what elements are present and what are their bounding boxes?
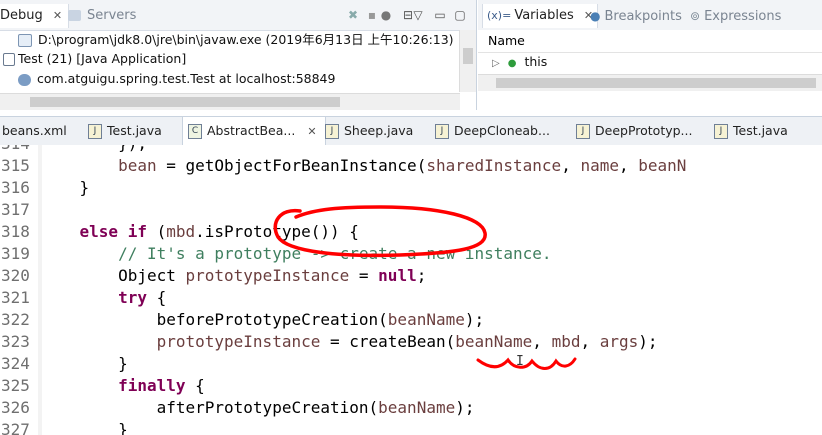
scroll-thumb[interactable] bbox=[496, 78, 816, 88]
debug-tabbar: Debug ✕ Servers ✖ ▪ ● ⊟ ▽ ▭ ▢ bbox=[0, 0, 476, 31]
editor-tab-label: beans.xml bbox=[2, 123, 67, 138]
tree-item-target[interactable]: com.atguigu.spring.test.Test at localhos… bbox=[18, 69, 335, 89]
expand-arrow-icon[interactable]: ▷ bbox=[492, 58, 500, 69]
tab-expressions-label: Expressions bbox=[704, 9, 782, 24]
editor-tab-test-java-2[interactable]: J Test.java bbox=[714, 117, 788, 145]
minimize-icon[interactable]: ▭ bbox=[432, 8, 448, 22]
editor-tab-abstractbeanfactory[interactable]: C AbstractBea... ✕ bbox=[182, 117, 326, 146]
debug-vertical-scrollbar[interactable] bbox=[459, 30, 476, 92]
tab-servers-label: Servers bbox=[87, 8, 137, 23]
editor-tab-label: Test.java bbox=[107, 123, 162, 138]
process-icon bbox=[18, 34, 32, 47]
view-menu-icon[interactable]: ▽ bbox=[410, 8, 426, 22]
tab-breakpoints-label: Breakpoints bbox=[604, 9, 682, 24]
tree-item-process-label: D:\program\jdk8.0\jre\bin\javaw.exe (201… bbox=[38, 32, 454, 47]
tree-item-app[interactable]: Test (21) [Java Application] bbox=[3, 49, 186, 69]
name-column-label: Name bbox=[488, 33, 525, 48]
breakpoints-icon: ● bbox=[590, 9, 601, 23]
tab-debug-label: Debug bbox=[0, 8, 43, 23]
tree-item-app-label: Test (21) [Java Application] bbox=[18, 51, 187, 66]
editor-tab-deepcloneable[interactable]: J DeepCloneab... bbox=[435, 117, 550, 145]
debug-view: Debug ✕ Servers ✖ ▪ ● ⊟ ▽ ▭ ▢ D:\program… bbox=[0, 0, 477, 110]
variable-row-this[interactable]: ▷ ● this bbox=[492, 52, 547, 72]
tab-breakpoints[interactable]: ● Breakpoints bbox=[590, 4, 682, 28]
java-file-icon: J bbox=[435, 124, 449, 139]
editor-tab-test-java[interactable]: J Test.java bbox=[88, 117, 162, 145]
editor-tab-label: Sheep.java bbox=[344, 123, 414, 138]
debug-horizontal-scrollbar[interactable] bbox=[0, 93, 460, 110]
tab-expressions[interactable]: ⊚ Expressions bbox=[690, 4, 781, 28]
java-file-icon: J bbox=[576, 124, 590, 139]
tab-servers[interactable]: Servers bbox=[68, 4, 136, 28]
name-column-header[interactable]: Name bbox=[478, 30, 822, 53]
variables-icon: (x)= bbox=[487, 9, 512, 22]
expressions-icon: ⊚ bbox=[690, 9, 701, 23]
editor-tab-label: DeepCloneab... bbox=[454, 123, 550, 138]
close-icon[interactable]: ✕ bbox=[53, 9, 62, 22]
variables-horizontal-scrollbar[interactable] bbox=[478, 74, 822, 91]
variables-tabbar: (x)= Variables ✕ ● Breakpoints ⊚ Expression… bbox=[478, 0, 822, 31]
editor-tab-deepprototype[interactable]: J DeepPrototyp... bbox=[576, 117, 692, 145]
scroll-thumb[interactable] bbox=[463, 48, 473, 64]
tab-variables-label: Variables bbox=[514, 8, 574, 23]
red-circle-annotation bbox=[273, 205, 487, 258]
servers-icon bbox=[68, 10, 81, 21]
editor-tab-label: DeepPrototyp... bbox=[595, 123, 693, 138]
tree-item-target-label: com.atguigu.spring.test.Test at localhos… bbox=[37, 71, 336, 86]
field-dot-icon: ● bbox=[507, 58, 517, 69]
editor-tab-label: AbstractBea... bbox=[207, 123, 296, 138]
variables-view: (x)= Variables ✕ ● Breakpoints ⊚ Expression… bbox=[478, 0, 822, 110]
variable-name: this bbox=[524, 54, 548, 69]
editor-tab-beans-xml[interactable]: beans.xml bbox=[2, 117, 67, 145]
code-editor[interactable]: 314 });315 bean = getObjectForBeanInstan… bbox=[0, 145, 822, 435]
editor-tab-sheep-java[interactable]: J Sheep.java bbox=[325, 117, 413, 145]
debug-target-icon bbox=[18, 73, 31, 86]
annotation-overlay bbox=[273, 205, 577, 370]
java-file-icon: J bbox=[325, 124, 339, 139]
editor-tab-label: Test.java bbox=[733, 123, 788, 138]
java-file-icon: J bbox=[88, 124, 102, 139]
maximize-icon[interactable]: ▢ bbox=[452, 8, 468, 22]
tab-debug[interactable]: Debug ✕ bbox=[0, 4, 70, 28]
remove-terminated-icon[interactable]: ✖ bbox=[345, 8, 361, 22]
class-file-icon: C bbox=[188, 124, 202, 139]
java-file-icon: J bbox=[714, 124, 728, 139]
red-squiggle-annotation bbox=[476, 357, 577, 370]
scroll-thumb[interactable] bbox=[30, 97, 340, 107]
tree-item-process[interactable]: D:\program\jdk8.0\jre\bin\javaw.exe (201… bbox=[18, 30, 454, 50]
tab-variables[interactable]: (x)= Variables ✕ bbox=[482, 4, 599, 28]
text-cursor-icon: I bbox=[516, 354, 524, 369]
connect-icon[interactable]: ● bbox=[378, 8, 394, 22]
close-icon[interactable]: ✕ bbox=[307, 125, 316, 138]
editor-tabbar: beans.xml J Test.java C AbstractBea... ✕ J… bbox=[0, 116, 822, 146]
java-app-icon bbox=[3, 53, 15, 66]
